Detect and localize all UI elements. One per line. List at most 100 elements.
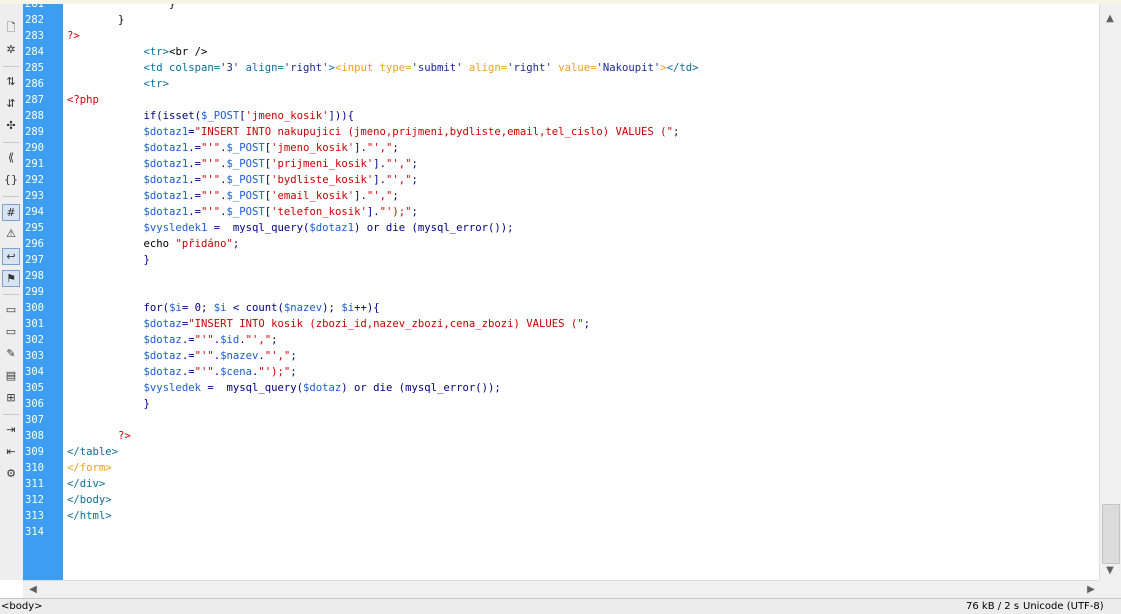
code-line[interactable]: for($i= 0; $i < count($nazev); $i++){ bbox=[67, 300, 380, 316]
code-line[interactable]: ?> bbox=[67, 428, 131, 444]
code-line[interactable]: $dotaz.="'".$cena."');"; bbox=[67, 364, 297, 380]
code-line[interactable]: $vysledek = mysql_query($dotaz) or die (… bbox=[67, 380, 501, 396]
code-line[interactable]: </div> bbox=[67, 476, 105, 492]
chevron-right-icon[interactable]: ▶ bbox=[1083, 583, 1099, 597]
code-line[interactable]: } bbox=[67, 396, 150, 412]
code-token: $dotaz1 bbox=[143, 206, 189, 218]
code-token: ) or die (mysql_error()); bbox=[354, 222, 514, 234]
code-line[interactable]: </body> bbox=[67, 492, 112, 508]
code-line[interactable]: <tr> bbox=[67, 76, 170, 92]
code-token: $_POST bbox=[200, 110, 240, 122]
line-numbers-icon[interactable]: # bbox=[2, 204, 20, 221]
format-source-code-icon[interactable]: ⚙ bbox=[3, 466, 19, 481]
code-token: ) or die (mysql_error()); bbox=[341, 382, 501, 394]
encoding-indicator[interactable]: Unicode (UTF-8) bbox=[1023, 599, 1104, 614]
code-token: 'jmeno_kosik' bbox=[245, 110, 329, 122]
code-line[interactable]: $dotaz1.="'".$_POST['bydliste_kosik']."'… bbox=[67, 172, 418, 188]
vertical-scroll-thumb[interactable] bbox=[1102, 504, 1120, 564]
code-token: $_POST bbox=[226, 206, 265, 218]
chevron-down-icon[interactable]: ▼ bbox=[1102, 564, 1118, 578]
code-line[interactable]: if(isset($_POST['jmeno_kosik'])){ bbox=[67, 108, 355, 124]
code-line[interactable]: $dotaz1.="'".$_POST['jmeno_kosik']."',"; bbox=[67, 140, 399, 156]
apply-comment-icon[interactable]: ▭ bbox=[3, 302, 19, 317]
tag-selector[interactable]: <body> bbox=[1, 599, 43, 614]
code-line[interactable]: </form> bbox=[67, 460, 112, 476]
code-line[interactable]: $vysledek1 = mysql_query($dotaz1) or die… bbox=[67, 220, 514, 236]
code-line[interactable]: $dotaz.="'".$nazev."',"; bbox=[67, 348, 297, 364]
code-line[interactable]: <tr><br /> bbox=[67, 44, 208, 60]
code-line[interactable]: $dotaz1="INSERT INTO nakupujici (jmeno,p… bbox=[67, 124, 680, 140]
code-token: "'," bbox=[386, 174, 412, 186]
line-number: 282 bbox=[25, 14, 44, 26]
code-token: 'bydliste_kosik' bbox=[271, 174, 374, 186]
syntax-error-alerts-icon[interactable]: ⚑ bbox=[2, 270, 20, 287]
code-token: 'telefon_kosik' bbox=[271, 206, 367, 218]
remove-comment-icon[interactable]: ▭ bbox=[3, 324, 19, 339]
code-token: "');" bbox=[379, 206, 412, 218]
line-number: 287 bbox=[25, 94, 44, 106]
code-token: "INSERT INTO kosik (zbozi_id,nazev_zbozi… bbox=[188, 318, 584, 330]
outdent-code-icon[interactable]: ⇤ bbox=[3, 444, 19, 459]
code-token: ]. bbox=[373, 158, 386, 170]
line-number: 295 bbox=[25, 222, 44, 234]
chevron-left-icon[interactable]: ◀ bbox=[25, 583, 41, 597]
indent-code-icon[interactable]: ⇥ bbox=[3, 422, 19, 437]
code-line[interactable]: <td colspan='3' align='right'><input typ… bbox=[67, 60, 699, 76]
show-code-navigator-icon[interactable]: ✲ bbox=[3, 42, 19, 57]
collapse-full-tag-icon[interactable]: ⇅ bbox=[3, 74, 19, 89]
collapse-selection-icon[interactable]: ⇵ bbox=[3, 96, 19, 111]
code-line[interactable]: } bbox=[67, 252, 150, 268]
line-number: 293 bbox=[25, 190, 44, 202]
coding-toolbar: 🗋 ✲ ⇅ ⇵ ✣ ⟪ {} # ⚠ ↩ ⚑ ▭ ▭ ✎ ▤ ⊞ ⇥ ⇤ ⚙ bbox=[0, 4, 24, 580]
code-token: <td colspan= bbox=[143, 62, 221, 74]
line-number: 304 bbox=[25, 366, 44, 378]
code-line[interactable]: } bbox=[67, 12, 124, 28]
line-number: 306 bbox=[25, 398, 44, 410]
balance-braces-icon[interactable]: {} bbox=[3, 172, 19, 187]
code-view[interactable]: } } ?> <tr><br /> <td colspan='3' align='… bbox=[63, 4, 1099, 580]
wrap-tag-icon[interactable]: ✎ bbox=[3, 346, 19, 361]
code-token: '3' bbox=[220, 62, 240, 74]
code-line[interactable]: ?> bbox=[67, 28, 80, 44]
code-token: ; bbox=[411, 206, 418, 218]
line-number: 294 bbox=[25, 206, 44, 218]
move-css-icon[interactable]: ⊞ bbox=[3, 390, 19, 405]
code-token: .= bbox=[181, 334, 195, 346]
code-token: } bbox=[67, 4, 176, 10]
code-line[interactable]: $dotaz1.="'".$_POST['email_kosik']."',"; bbox=[67, 188, 399, 204]
code-token: "'," bbox=[366, 142, 393, 154]
code-token: .= bbox=[188, 158, 201, 170]
code-token: $dotaz bbox=[143, 366, 182, 378]
code-line[interactable]: } bbox=[67, 4, 175, 12]
file-size-download-time: 76 kB / 2 s bbox=[966, 601, 1020, 612]
code-line[interactable]: <?php bbox=[67, 92, 99, 108]
code-token: ]. bbox=[354, 142, 367, 154]
word-wrap-icon[interactable]: ↩ bbox=[2, 248, 20, 265]
vertical-scrollbar[interactable]: ▲ ▼ bbox=[1099, 4, 1121, 580]
open-documents-icon[interactable]: 🗋 bbox=[3, 20, 19, 35]
code-line[interactable]: $dotaz.="'".$id."',"; bbox=[67, 332, 278, 348]
chevron-up-icon[interactable]: ▲ bbox=[1102, 12, 1118, 26]
horizontal-scrollbar[interactable]: ◀ ▶ bbox=[23, 580, 1099, 599]
code-line[interactable]: $dotaz="INSERT INTO kosik (zbozi_id,naze… bbox=[67, 316, 591, 332]
code-line[interactable]: </table> bbox=[67, 444, 118, 460]
code-line[interactable]: echo "přidáno"; bbox=[67, 236, 240, 252]
code-token: ; bbox=[392, 142, 399, 154]
line-number: 290 bbox=[25, 142, 44, 154]
code-line[interactable]: $dotaz1.="'".$_POST['telefon_kosik']."')… bbox=[67, 204, 418, 220]
select-parent-tag-icon[interactable]: ⟪ bbox=[3, 150, 19, 165]
code-line[interactable]: </html> bbox=[67, 508, 112, 524]
code-token: .= bbox=[188, 142, 201, 154]
expand-all-icon[interactable]: ✣ bbox=[3, 118, 19, 133]
code-line[interactable]: $dotaz1.="'".$_POST['prijmeni_kosik']."'… bbox=[67, 156, 418, 172]
code-token: ); bbox=[322, 302, 342, 314]
recent-snippets-icon[interactable]: ▤ bbox=[3, 368, 19, 383]
code-token: ; bbox=[290, 350, 297, 362]
highlight-invalid-code-icon[interactable]: ⚠ bbox=[3, 226, 19, 241]
